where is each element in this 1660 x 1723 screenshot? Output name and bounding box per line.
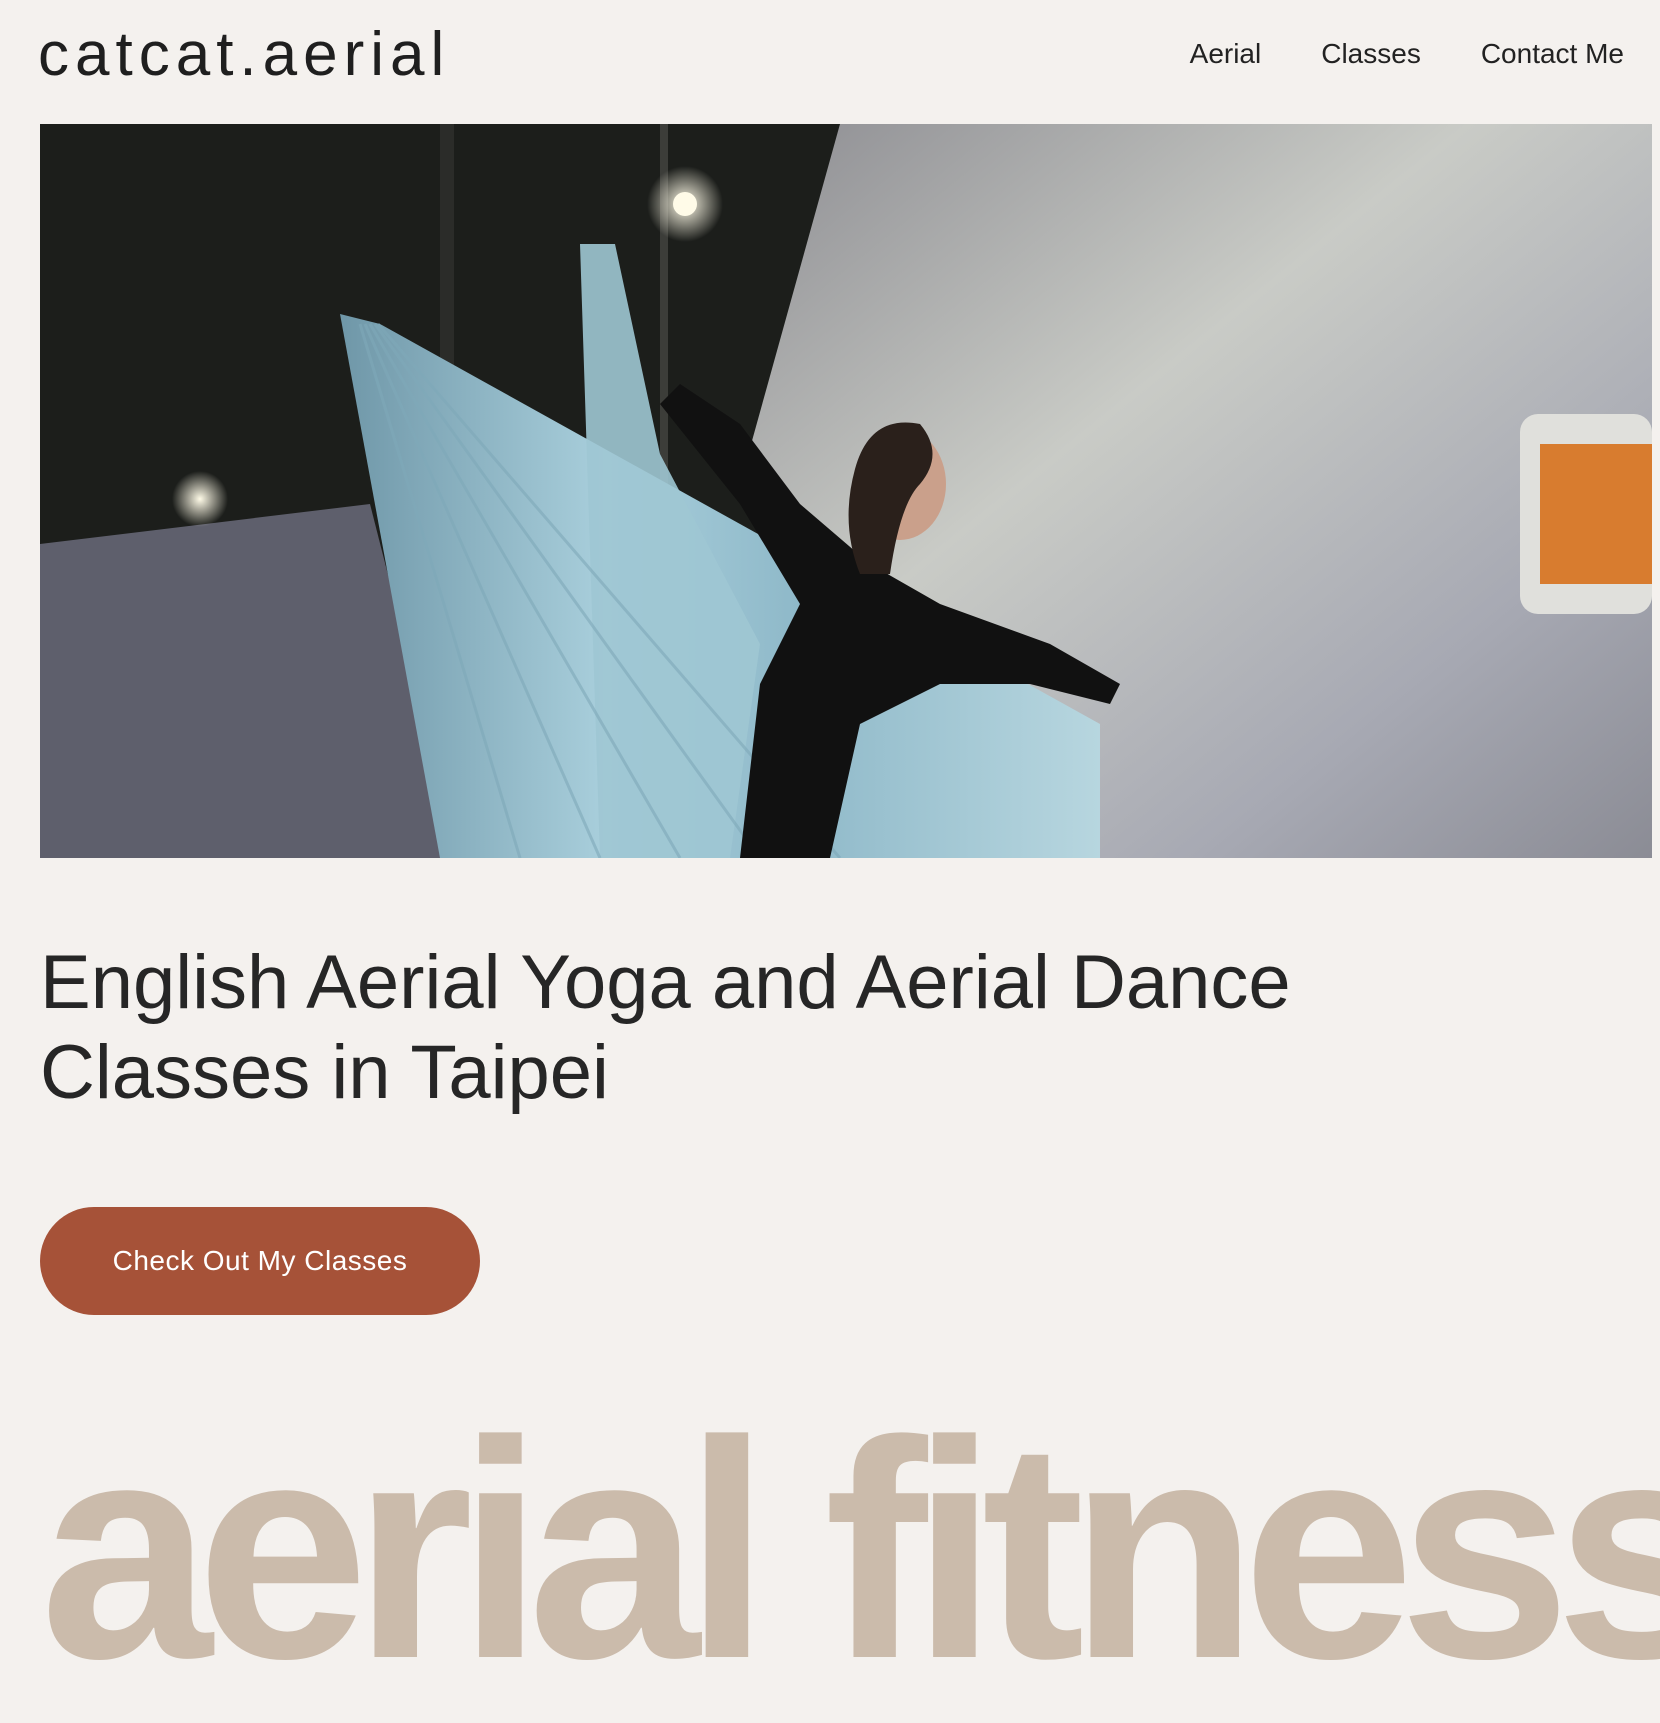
check-out-classes-button[interactable]: Check Out My Classes: [40, 1207, 480, 1315]
hero-image: [40, 124, 1652, 858]
nav-item-contact-me[interactable]: Contact Me: [1481, 34, 1624, 74]
main-nav: Aerial Classes Contact Me: [1190, 34, 1624, 74]
nav-item-aerial[interactable]: Aerial: [1190, 34, 1262, 74]
nav-item-classes[interactable]: Classes: [1321, 34, 1421, 74]
site-logo[interactable]: catcat.aerial: [38, 20, 450, 90]
display-heading: aerial fitness: [40, 1376, 1660, 1723]
page-headline: English Aerial Yoga and Aerial Dance Cla…: [40, 940, 1291, 1115]
aerial-silks-photo: [40, 124, 1652, 858]
site-header: catcat.aerial Aerial Classes Contact Me: [0, 0, 1660, 124]
